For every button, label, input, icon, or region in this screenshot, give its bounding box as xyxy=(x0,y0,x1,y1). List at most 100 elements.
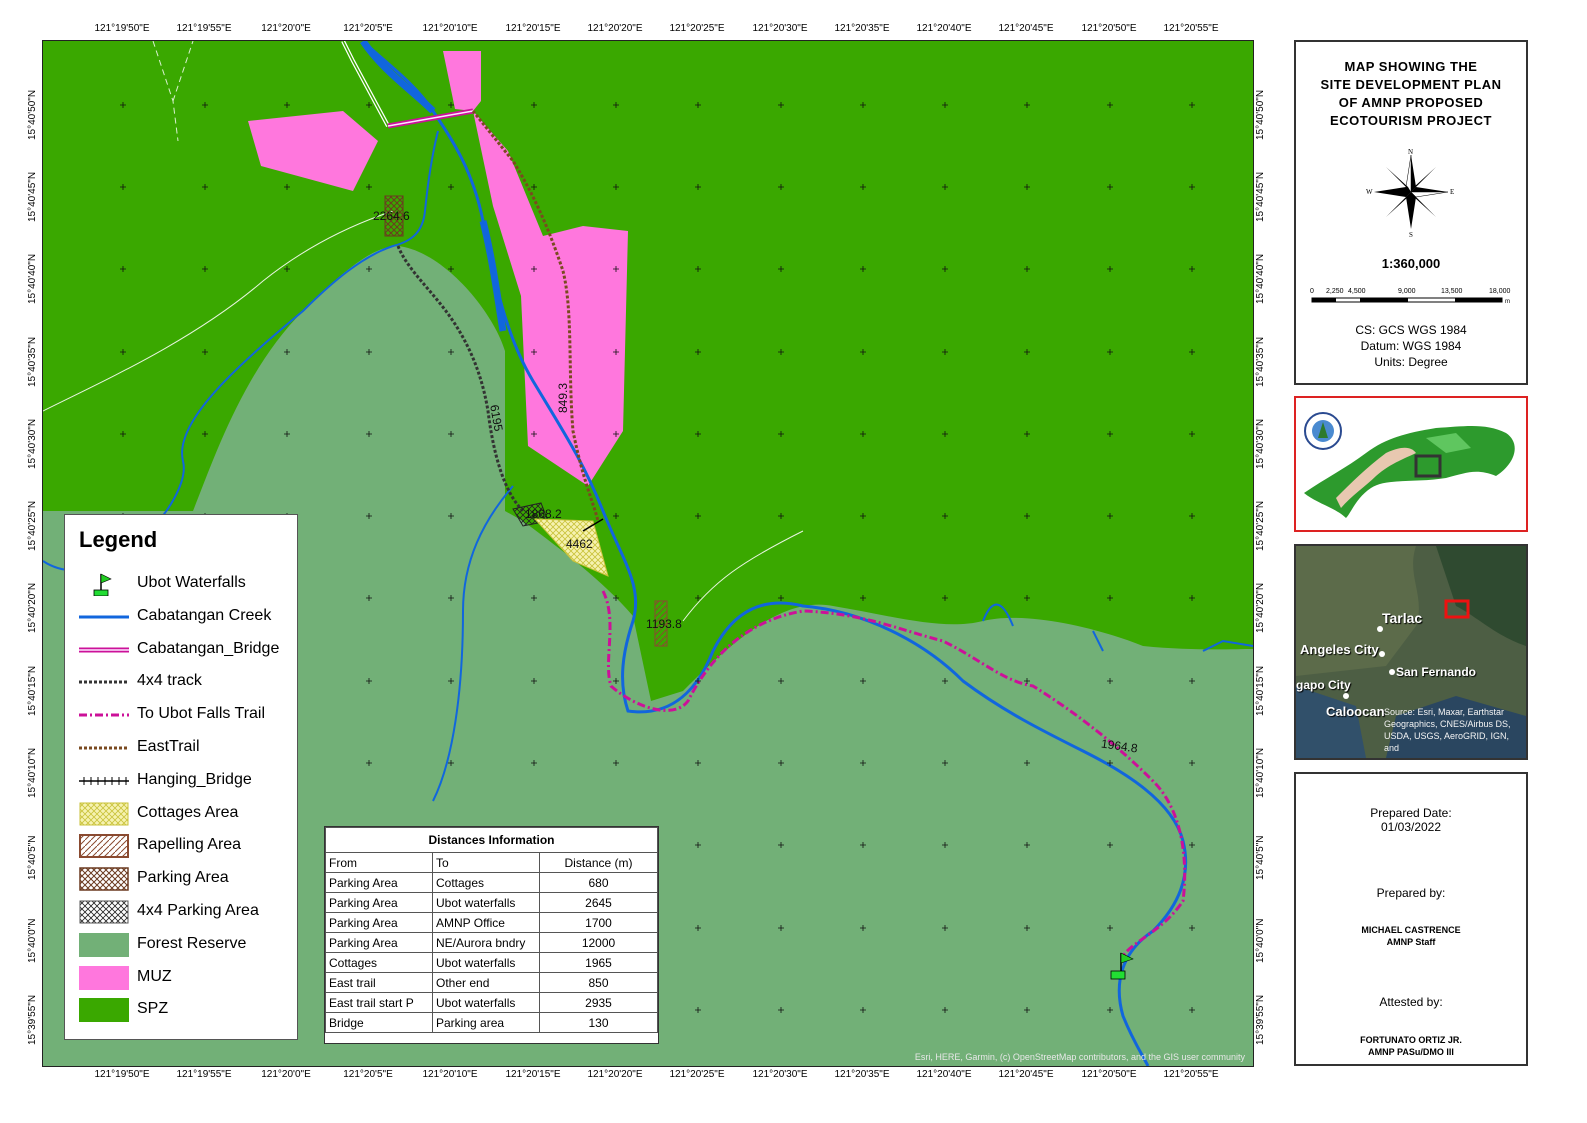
coord-bottom-label: 121°20'10"E xyxy=(422,1069,478,1080)
coord-right-label: 15°40'30"N xyxy=(1255,418,1266,469)
coord-top-label: 121°20'55"E xyxy=(1163,23,1219,34)
coord-left-label: 15°40'35"N xyxy=(27,336,38,387)
muz-area-2 xyxy=(443,51,481,111)
legend-label: 4x4 Parking Area xyxy=(137,902,259,919)
coord-left-label: 15°40'45"N xyxy=(27,171,38,222)
distances-table: Distances Information From To Distance (… xyxy=(324,826,659,1044)
coord-top-label: 121°20'0"E xyxy=(261,23,311,34)
coord-top-label: 121°20'10"E xyxy=(422,23,478,34)
label-east-trail-length: 849.3 xyxy=(556,382,571,414)
cell-to: Ubot waterfalls xyxy=(432,892,540,913)
cell-distance: 1965 xyxy=(539,952,658,973)
coord-right-label: 15°40'35"N xyxy=(1255,336,1266,387)
locator-map xyxy=(1304,412,1515,518)
cell-to: Ubot waterfalls xyxy=(432,952,540,973)
legend-title: Legend xyxy=(79,527,158,552)
coord-bottom-label: 121°20'40"E xyxy=(916,1069,972,1080)
svg-text:9,000: 9,000 xyxy=(1398,288,1416,295)
legend-item-cottages-area: Cottages Area xyxy=(79,800,294,828)
cell-from: Parking Area xyxy=(325,872,433,893)
coord-right-label: 15°40'10"N xyxy=(1255,747,1266,798)
coord-top-label: 121°20'5"E xyxy=(343,23,393,34)
coord-left-label: 15°40'10"N xyxy=(27,747,38,798)
legend-item-cabatangan-bridge: Cabatangan_Bridge xyxy=(79,636,294,664)
label-rapelling: 1193.8 xyxy=(646,617,682,631)
legend-symbol-spz xyxy=(79,998,129,1023)
coord-bottom-label: 121°19'50"E xyxy=(94,1069,150,1080)
sat-label-tarlac: Tarlac xyxy=(1382,610,1423,626)
legend-item-ubot-falls-trail: To Ubot Falls Trail xyxy=(79,701,294,729)
sat-label-san-fernando: San Fernando xyxy=(1396,665,1477,679)
table-row: East trail start P Ubot waterfalls 2935 xyxy=(325,992,658,1013)
legend-label: Ubot Waterfalls xyxy=(137,574,246,591)
table-row: East trail Other end 850 xyxy=(325,972,658,993)
legend-symbol-four-by-four-parking-area xyxy=(79,900,129,924)
units: Units: Degree xyxy=(1374,355,1448,369)
coord-top-label: 121°19'50"E xyxy=(94,23,150,34)
legend-panel: Legend Ubot Waterfalls Cabatangan Creek Ca… xyxy=(64,514,298,1040)
legend-label: Parking Area xyxy=(137,869,229,887)
info-panel: Prepared Date: 01/03/2022 Prepared by: M… xyxy=(1294,772,1528,1066)
legend-label: Cottages Area xyxy=(137,803,239,821)
title-panel: MAP SHOWING THE SITE DEVELOPMENT PLAN OF… xyxy=(1294,40,1528,385)
cell-to: Parking area xyxy=(432,1012,540,1033)
legend-label: EastTrail xyxy=(137,738,200,755)
coord-top-label: 121°19'55"E xyxy=(176,23,232,34)
coord-left-label: 15°40'25"N xyxy=(27,500,38,551)
preparer-name: MICHAEL CASTRENCE xyxy=(1361,925,1461,935)
legend-item-cabatangan-creek: Cabatangan Creek xyxy=(79,603,294,631)
coord-bottom-label: 121°20'15"E xyxy=(505,1069,561,1080)
legend-label: To Ubot Falls Trail xyxy=(137,705,266,723)
coord-top-label: 121°20'35"E xyxy=(834,23,890,34)
coord-top-label: 121°20'15"E xyxy=(505,23,561,34)
coord-top-label: 121°20'25"E xyxy=(669,23,725,34)
table-row: Bridge Parking area 130 xyxy=(325,1012,658,1033)
coord-left-label: 15°39'55"N xyxy=(27,994,38,1045)
svg-text:N: N xyxy=(1408,148,1413,156)
legend-item-four-by-four-parking-area: 4x4 Parking Area xyxy=(79,898,294,926)
svg-text:4,500: 4,500 xyxy=(1348,288,1366,295)
label-4x4-parking: 1868.2 xyxy=(525,507,562,521)
coord-bottom-label: 121°20'30"E xyxy=(752,1069,808,1080)
legend-label: Rapelling Area xyxy=(137,836,242,854)
sat-label-olongapo: gapo City xyxy=(1296,678,1351,692)
map-scale: 1:360,000 xyxy=(1381,256,1441,271)
sat-label-angeles: Angeles City xyxy=(1300,642,1379,657)
legend-item-spz: SPZ xyxy=(79,996,294,1024)
map-attribution: Esri, HERE, Garmin, (c) OpenStreetMap co… xyxy=(914,1052,1245,1062)
legend-symbol-cabatangan-bridge xyxy=(79,638,129,662)
legend-symbol-east-trail xyxy=(79,736,129,760)
legend-symbol-forest-reserve xyxy=(79,932,129,957)
cell-from: East trail xyxy=(325,972,433,993)
legend-item-hanging-bridge: Hanging_Bridge xyxy=(79,767,294,795)
muz-area-1 xyxy=(248,111,378,191)
coord-left-label: 15°40'20"N xyxy=(27,582,38,633)
coord-top-label: 121°20'30"E xyxy=(752,23,808,34)
attester-role: AMNP PASu/DMO III xyxy=(1368,1047,1454,1057)
table-row: Cottages Ubot waterfalls 1965 xyxy=(325,952,658,973)
legend-item-ubot-waterfalls: Ubot Waterfalls xyxy=(79,570,294,598)
coord-left-label: 15°40'0"N xyxy=(27,918,38,964)
svg-text:W: W xyxy=(1366,188,1373,196)
coord-right-label: 15°40'50"N xyxy=(1255,89,1266,140)
legend-label: Hanging_Bridge xyxy=(137,770,252,788)
cell-to: Cottages xyxy=(432,872,540,893)
coord-right-label: 15°40'40"N xyxy=(1255,253,1266,304)
preparer-role: AMNP Staff xyxy=(1386,937,1436,947)
sat-label-caloocan: Caloocan xyxy=(1326,704,1385,719)
coord-bottom-label: 121°20'55"E xyxy=(1163,1069,1219,1080)
coord-bottom-label: 121°20'20"E xyxy=(587,1069,643,1080)
table-row: Parking Area Cottages 680 xyxy=(325,872,658,893)
cell-distance: 680 xyxy=(539,872,658,893)
cell-distance: 2935 xyxy=(539,992,658,1013)
table-row: Parking Area AMNP Office 1700 xyxy=(325,912,658,933)
legend-label: Forest Reserve xyxy=(137,934,247,952)
legend-label: Cabatangan_Bridge xyxy=(137,639,280,657)
col-from: From xyxy=(325,852,433,873)
cell-from: East trail start P xyxy=(325,992,433,1013)
cell-from: Parking Area xyxy=(325,892,433,913)
cell-distance: 130 xyxy=(539,1012,658,1033)
legend-label: Cabatangan Creek xyxy=(137,606,272,624)
coord-right-label: 15°40'5"N xyxy=(1255,835,1266,881)
svg-text:E: E xyxy=(1450,188,1454,196)
